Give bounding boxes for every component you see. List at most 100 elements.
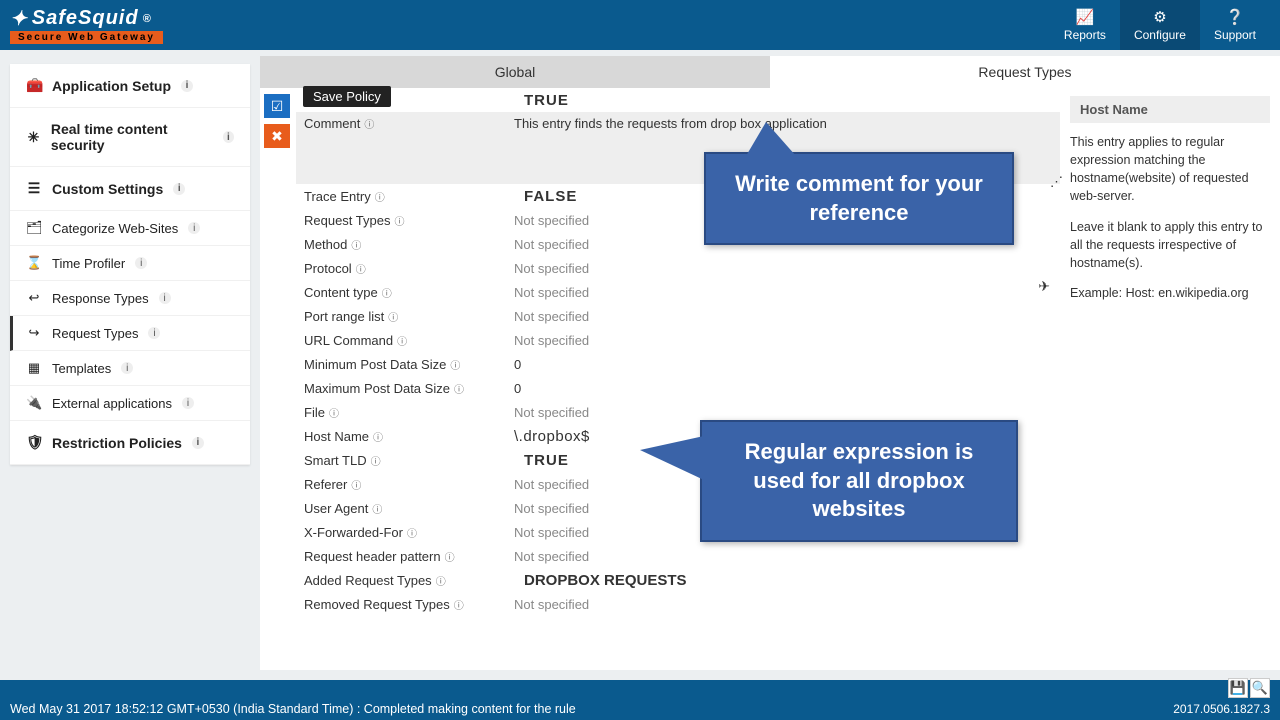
- sidebar-item-custom[interactable]: ☰Custom Settingsi: [10, 167, 250, 211]
- value-req-types[interactable]: Not specified: [514, 213, 589, 228]
- sidebar-item-cat-web[interactable]: 🗂Categorize Web-Sitesi: [10, 211, 250, 246]
- save-disk-icon[interactable]: 💾: [1228, 678, 1248, 698]
- label-user-agent: User Agent: [304, 501, 368, 516]
- value-user-agent[interactable]: Not specified: [514, 501, 589, 516]
- info-icon[interactable]: ⓘ: [373, 429, 383, 444]
- info-icon[interactable]: ⓘ: [454, 597, 464, 612]
- nav-support-label: Support: [1214, 28, 1256, 42]
- label-removed: Removed Request Types: [304, 597, 450, 612]
- label-added: Added Request Types: [304, 573, 432, 588]
- main: 🧰Application Setupi ✳Real time content s…: [0, 50, 1280, 670]
- label-trace: Trace Entry: [304, 189, 371, 204]
- value-protocol[interactable]: Not specified: [514, 261, 589, 276]
- info-icon: i: [223, 131, 234, 143]
- value-max-post[interactable]: 0: [514, 381, 521, 396]
- value-file[interactable]: Not specified: [514, 405, 589, 420]
- forward-icon: ↪: [26, 325, 42, 341]
- value-port-range[interactable]: Not specified: [514, 309, 589, 324]
- value-url-cmd[interactable]: Not specified: [514, 333, 589, 348]
- bug-icon: ✳: [26, 129, 41, 146]
- help-panel: Host Name This entry applies to regular …: [1060, 88, 1280, 670]
- info-icon[interactable]: ⓘ: [436, 573, 446, 588]
- info-icon: i: [173, 183, 185, 195]
- sidebar-label: Request Types: [52, 326, 138, 341]
- info-icon[interactable]: ⓘ: [407, 525, 417, 540]
- info-icon[interactable]: ⓘ: [388, 309, 398, 324]
- label-max-post: Maximum Post Data Size: [304, 381, 450, 396]
- info-icon: i: [135, 257, 147, 269]
- sidebar-item-templates[interactable]: ▦ Templates i: [10, 351, 250, 386]
- info-icon[interactable]: ⓘ: [356, 261, 366, 276]
- save-tooltip: Save Policy: [303, 86, 391, 107]
- info-icon[interactable]: ⓘ: [445, 549, 455, 564]
- sidebar-item-ext-apps[interactable]: 🔌 External applications i: [10, 386, 250, 421]
- label-file: File: [304, 405, 325, 420]
- send-icon[interactable]: ✈: [1038, 278, 1050, 295]
- label-referer: Referer: [304, 477, 347, 492]
- info-icon[interactable]: ⓘ: [351, 237, 361, 252]
- info-icon[interactable]: ⓘ: [394, 213, 404, 228]
- sidebar-item-app-setup[interactable]: 🧰Application Setupi: [10, 64, 250, 108]
- info-icon[interactable]: ⓘ: [329, 405, 339, 420]
- value-content-type[interactable]: Not specified: [514, 285, 589, 300]
- info-icon[interactable]: ⓘ: [397, 333, 407, 348]
- value-xfwd[interactable]: Not specified: [514, 525, 589, 540]
- info-icon[interactable]: ⓘ: [454, 381, 464, 396]
- info-icon[interactable]: ⓘ: [364, 116, 374, 131]
- label-method: Method: [304, 237, 347, 252]
- label-protocol: Protocol: [304, 261, 352, 276]
- search-icon[interactable]: 🔍: [1250, 678, 1270, 698]
- value-added[interactable]: DROPBOX REQUESTS: [514, 572, 687, 589]
- value-method[interactable]: Not specified: [514, 237, 589, 252]
- nav-support[interactable]: ❔ Support: [1200, 0, 1270, 50]
- label-smart-tld: Smart TLD: [304, 453, 367, 468]
- resize-handle-icon[interactable]: ⋰: [1050, 174, 1060, 184]
- info-icon[interactable]: ⓘ: [351, 477, 361, 492]
- help-text: Example: Host: en.wikipedia.org: [1070, 284, 1270, 302]
- form-labels: Commentⓘ Trace Entryⓘ Request Typesⓘ Met…: [296, 88, 506, 670]
- nav-reports[interactable]: 📈 Reports: [1050, 0, 1120, 50]
- tab-request-types[interactable]: Request Types: [770, 56, 1280, 88]
- info-icon[interactable]: ⓘ: [450, 357, 460, 372]
- value-trace[interactable]: FALSE: [514, 188, 577, 205]
- value-removed[interactable]: Not specified: [514, 597, 589, 612]
- value-smart-tld[interactable]: TRUE: [514, 452, 569, 469]
- info-icon[interactable]: ⓘ: [371, 453, 381, 468]
- label-port-range: Port range list: [304, 309, 384, 324]
- info-icon[interactable]: ⓘ: [375, 189, 385, 204]
- tab-global[interactable]: Global: [260, 56, 770, 88]
- nav-reports-label: Reports: [1064, 28, 1106, 42]
- value-host[interactable]: \.dropbox$: [514, 428, 590, 445]
- sidebar-label: External applications: [52, 396, 172, 411]
- sidebar-label: Custom Settings: [52, 181, 163, 197]
- value-enabled[interactable]: TRUE: [514, 92, 569, 109]
- sidebar-item-rtcs[interactable]: ✳Real time content securityi: [10, 108, 250, 167]
- info-icon: i: [182, 397, 194, 409]
- sidebar-item-response-types[interactable]: ↩Response Typesi: [10, 281, 250, 316]
- footer-status: Wed May 31 2017 18:52:12 GMT+0530 (India…: [10, 702, 1173, 716]
- sidebar-item-request-types[interactable]: ↪Request Typesi: [10, 316, 250, 351]
- label-content-type: Content type: [304, 285, 378, 300]
- delete-button[interactable]: ✖: [264, 124, 290, 148]
- template-icon: ▦: [26, 360, 42, 376]
- plug-icon: 🔌: [26, 395, 42, 411]
- info-icon[interactable]: ⓘ: [372, 501, 382, 516]
- sidebar-label: Templates: [52, 361, 111, 376]
- info-icon: i: [121, 362, 133, 374]
- brand-tagline: Secure Web Gateway: [10, 31, 163, 44]
- save-button[interactable]: ☑: [264, 94, 290, 118]
- info-icon: i: [188, 222, 200, 234]
- tabs: Global Request Types: [260, 56, 1280, 88]
- value-referer[interactable]: Not specified: [514, 477, 589, 492]
- info-icon[interactable]: ⓘ: [382, 285, 392, 300]
- info-icon: i: [181, 80, 193, 92]
- sidebar-item-restriction[interactable]: 🛡Restriction Policiesi: [10, 421, 250, 465]
- chart-icon: 📈: [1076, 8, 1095, 26]
- label-req-hdr: Request header pattern: [304, 549, 441, 564]
- sidebar-label: Time Profiler: [52, 256, 125, 271]
- value-req-hdr[interactable]: Not specified: [514, 549, 589, 564]
- row-actions: ☑ ✖: [260, 88, 296, 670]
- sidebar-item-time-profiler[interactable]: ⌛Time Profileri: [10, 246, 250, 281]
- nav-configure[interactable]: ⚙ Configure: [1120, 0, 1200, 50]
- value-min-post[interactable]: 0: [514, 357, 521, 372]
